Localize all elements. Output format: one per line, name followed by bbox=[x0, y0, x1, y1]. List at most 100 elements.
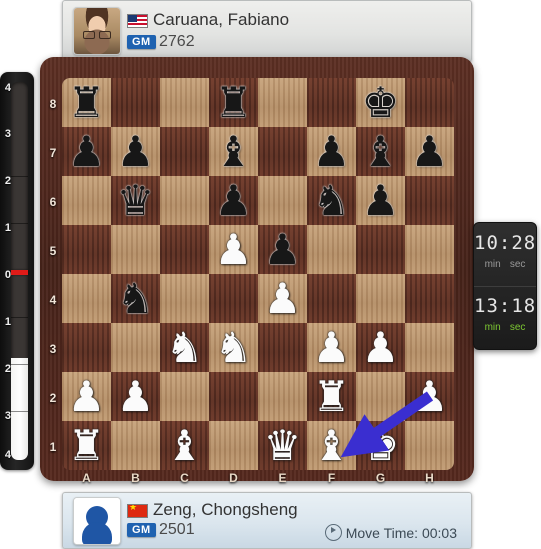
top-player-panel[interactable]: Caruana, Fabiano GM 2762 bbox=[62, 0, 472, 62]
black-pawn-e5[interactable]: ♟ bbox=[258, 225, 307, 274]
file-label-h: H bbox=[425, 471, 434, 485]
black-pawn-g6[interactable]: ♟ bbox=[356, 176, 405, 225]
square-h1[interactable] bbox=[405, 421, 454, 470]
black-pawn-a7[interactable]: ♟ bbox=[62, 127, 111, 176]
square-c5[interactable] bbox=[160, 225, 209, 274]
top-player-rating: 2762 bbox=[159, 33, 195, 50]
black-king-g8[interactable]: ♚ bbox=[356, 78, 405, 127]
evaluation-zero-marker bbox=[11, 270, 28, 275]
rank-label-6: 6 bbox=[49, 195, 57, 209]
white-pawn-b2[interactable]: ♟ bbox=[111, 372, 160, 421]
bottom-player-panel[interactable]: Zeng, Chongsheng GM 2501 Move Time: 00:0… bbox=[62, 492, 472, 549]
square-c6[interactable] bbox=[160, 176, 209, 225]
square-e8[interactable] bbox=[258, 78, 307, 127]
top-player-avatar bbox=[73, 7, 121, 55]
square-e7[interactable] bbox=[258, 127, 307, 176]
square-h8[interactable] bbox=[405, 78, 454, 127]
square-b8[interactable] bbox=[111, 78, 160, 127]
white-rook-f2[interactable]: ♜ bbox=[307, 372, 356, 421]
square-c7[interactable] bbox=[160, 127, 209, 176]
white-pawn-g3[interactable]: ♟ bbox=[356, 323, 405, 372]
top-clock-min-label: min bbox=[484, 259, 501, 270]
square-b5[interactable] bbox=[111, 225, 160, 274]
black-bishop-d7[interactable]: ♝ bbox=[209, 127, 258, 176]
white-pawn-f3[interactable]: ♟ bbox=[307, 323, 356, 372]
file-label-f: F bbox=[327, 471, 336, 485]
white-queen-e1[interactable]: ♛ bbox=[258, 421, 307, 470]
square-h3[interactable] bbox=[405, 323, 454, 372]
black-knight-f6[interactable]: ♞ bbox=[307, 176, 356, 225]
square-e3[interactable] bbox=[258, 323, 307, 372]
square-a6[interactable] bbox=[62, 176, 111, 225]
eval-label-3-bottom: 3 bbox=[4, 410, 11, 422]
evaluation-white-fill bbox=[11, 358, 28, 460]
bottom-player-clock: 13:18 min sec bbox=[474, 286, 536, 349]
clock-panel: 10:28 min sec 13:18 min sec bbox=[473, 222, 537, 350]
file-label-g: G bbox=[375, 471, 386, 485]
black-rook-a8[interactable]: ♜ bbox=[62, 78, 111, 127]
eval-label-2-top: 2 bbox=[4, 175, 11, 187]
black-bishop-g7[interactable]: ♝ bbox=[356, 127, 405, 176]
square-b1[interactable] bbox=[111, 421, 160, 470]
board-squares[interactable]: ♜ ♜ ♚ ♟ ♟ ♝ ♟ ♝ ♟ ♛ ♟ ♞ ♟ ♟ ♟ ♞ ♟ ♞ ♞ ♟ ♟ ♟ ♟ ♜ ♟ ♜ ♝ ♛ ♝ ♚ bbox=[62, 78, 454, 470]
square-d2[interactable] bbox=[209, 372, 258, 421]
chess-board[interactable]: 8 7 6 5 4 3 2 1 A B C D E F G H ♜ ♜ ♚ ♟ ♟ ♝ ♟ ♝… bbox=[40, 57, 474, 485]
black-pawn-d6[interactable]: ♟ bbox=[209, 176, 258, 225]
rank-label-5: 5 bbox=[49, 244, 57, 258]
square-g2[interactable] bbox=[356, 372, 405, 421]
white-pawn-h2[interactable]: ♟ bbox=[405, 372, 454, 421]
black-knight-b4[interactable]: ♞ bbox=[111, 274, 160, 323]
square-h4[interactable] bbox=[405, 274, 454, 323]
rank-label-1: 1 bbox=[49, 440, 57, 454]
white-knight-d3[interactable]: ♞ bbox=[209, 323, 258, 372]
file-label-d: D bbox=[229, 471, 238, 485]
square-d1[interactable] bbox=[209, 421, 258, 470]
white-rook-a1[interactable]: ♜ bbox=[62, 421, 111, 470]
top-player-clock: 10:28 min sec bbox=[474, 223, 536, 287]
move-time-row: Move Time: 00:03 bbox=[324, 524, 457, 541]
bottom-clock-sec-label: sec bbox=[509, 322, 526, 333]
us-flag-icon bbox=[127, 14, 148, 28]
square-a3[interactable] bbox=[62, 323, 111, 372]
top-clock-sec-label: sec bbox=[509, 259, 526, 270]
black-rook-d8[interactable]: ♜ bbox=[209, 78, 258, 127]
square-c4[interactable] bbox=[160, 274, 209, 323]
bottom-clock-time: 13:18 bbox=[474, 295, 537, 317]
white-bishop-c1[interactable]: ♝ bbox=[160, 421, 209, 470]
square-e6[interactable] bbox=[258, 176, 307, 225]
white-knight-c3[interactable]: ♞ bbox=[160, 323, 209, 372]
square-c8[interactable] bbox=[160, 78, 209, 127]
square-f4[interactable] bbox=[307, 274, 356, 323]
square-a4[interactable] bbox=[62, 274, 111, 323]
cn-flag-icon bbox=[127, 504, 148, 518]
square-e2[interactable] bbox=[258, 372, 307, 421]
white-pawn-a2[interactable]: ♟ bbox=[62, 372, 111, 421]
square-f8[interactable] bbox=[307, 78, 356, 127]
square-h5[interactable] bbox=[405, 225, 454, 274]
square-b3[interactable] bbox=[111, 323, 160, 372]
square-f5[interactable] bbox=[307, 225, 356, 274]
top-player-name: Caruana, Fabiano bbox=[153, 10, 290, 29]
black-queen-b6[interactable]: ♛ bbox=[111, 176, 160, 225]
white-pawn-e4[interactable]: ♟ bbox=[258, 274, 307, 323]
square-g4[interactable] bbox=[356, 274, 405, 323]
black-pawn-b7[interactable]: ♟ bbox=[111, 127, 160, 176]
eval-label-1-bottom: 1 bbox=[4, 316, 11, 328]
file-label-e: E bbox=[278, 471, 287, 485]
square-a5[interactable] bbox=[62, 225, 111, 274]
white-king-g1[interactable]: ♚ bbox=[356, 421, 405, 470]
black-pawn-h7[interactable]: ♟ bbox=[405, 127, 454, 176]
bottom-player-avatar bbox=[73, 497, 121, 545]
rank-label-7: 7 bbox=[49, 146, 57, 160]
square-h6[interactable] bbox=[405, 176, 454, 225]
square-g5[interactable] bbox=[356, 225, 405, 274]
eval-label-4-bottom: 4 bbox=[4, 449, 11, 461]
white-bishop-f1[interactable]: ♝ bbox=[307, 421, 356, 470]
top-clock-time: 10:28 bbox=[474, 232, 537, 254]
bottom-player-name: Zeng, Chongsheng bbox=[153, 500, 298, 519]
square-d4[interactable] bbox=[209, 274, 258, 323]
square-c2[interactable] bbox=[160, 372, 209, 421]
rank-label-4: 4 bbox=[49, 293, 57, 307]
white-pawn-d5[interactable]: ♟ bbox=[209, 225, 258, 274]
black-pawn-f7[interactable]: ♟ bbox=[307, 127, 356, 176]
